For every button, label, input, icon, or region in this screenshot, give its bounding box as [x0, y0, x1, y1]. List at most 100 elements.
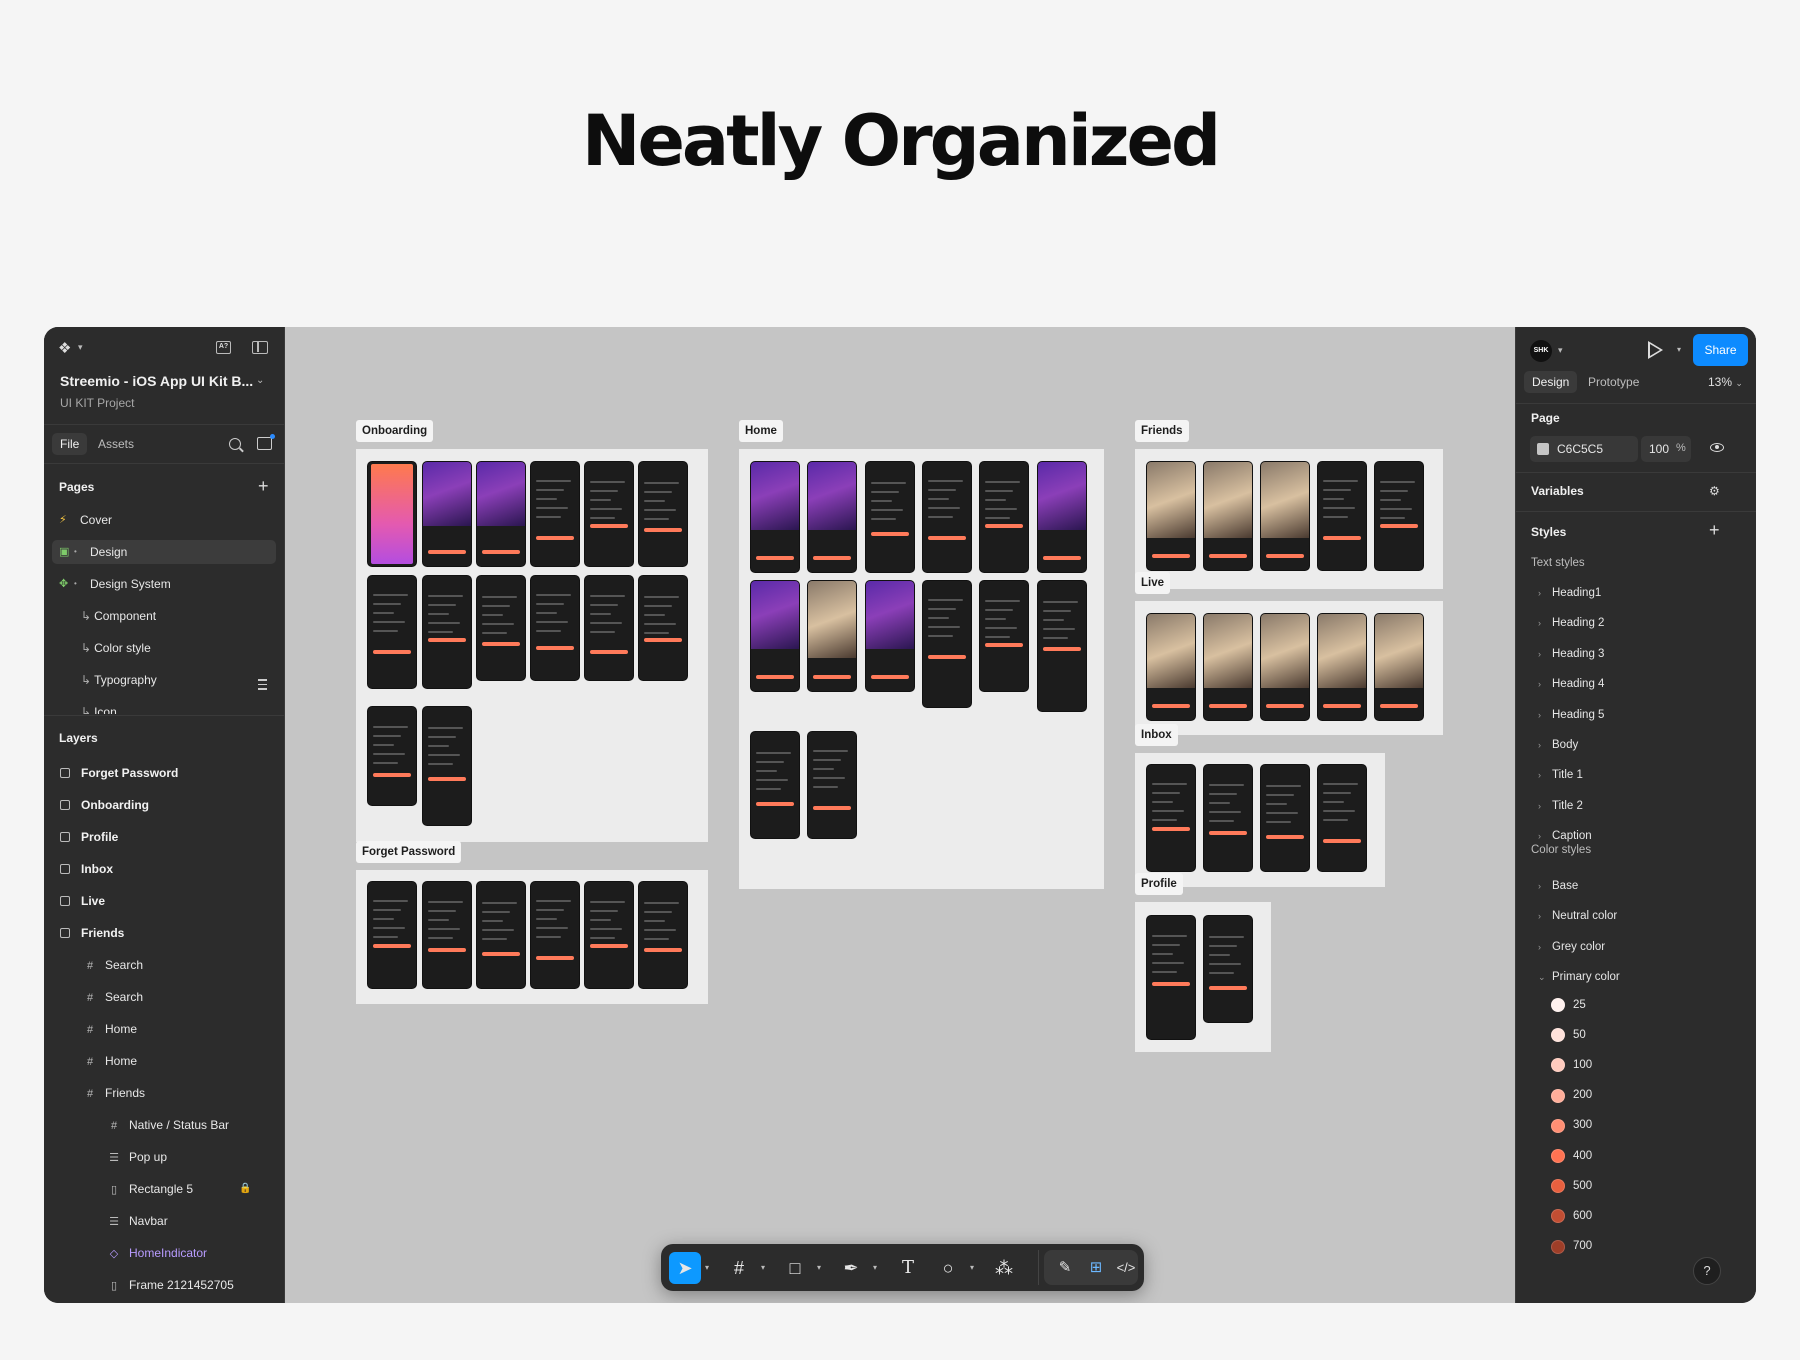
dev-mode-icon[interactable]: ⊞ — [1083, 1252, 1109, 1284]
screen-thumbnail[interactable] — [1203, 915, 1253, 1023]
layer-profile[interactable]: Profile — [60, 825, 118, 849]
screen-thumbnail[interactable] — [1374, 613, 1424, 721]
page-color-field[interactable]: C6C5C5 — [1530, 436, 1638, 462]
screen-thumbnail[interactable] — [1260, 764, 1310, 872]
screen-thumbnail[interactable] — [367, 706, 417, 806]
color-swatch[interactable] — [1551, 1179, 1565, 1194]
page-item-typography[interactable]: ↳ Typography — [52, 668, 276, 692]
color-swatch[interactable] — [1551, 1118, 1565, 1133]
chevron-down-icon[interactable]: ▾ — [1558, 345, 1563, 356]
text-style-item[interactable]: › Title 2 — [1538, 796, 1583, 816]
layer-home-indicator[interactable]: ◇ HomeIndicator — [108, 1241, 207, 1265]
text-style-item[interactable]: › Body — [1538, 735, 1578, 755]
screen-thumbnail[interactable] — [979, 580, 1029, 692]
screen-thumbnail[interactable] — [530, 575, 580, 681]
page-item-component[interactable]: ↳ Component — [52, 604, 276, 628]
text-style-item[interactable]: › Heading 3 — [1538, 644, 1604, 664]
chevron-down-icon[interactable]: ▾ — [761, 1252, 765, 1284]
screen-thumbnail[interactable] — [1374, 461, 1424, 571]
color-group-item[interactable]: › Neutral color — [1538, 906, 1617, 926]
layer-status-bar[interactable]: # Native / Status Bar — [108, 1113, 229, 1137]
screen-thumbnail[interactable] — [530, 881, 580, 989]
screen-thumbnail[interactable] — [1146, 461, 1196, 571]
present-play-icon[interactable] — [1648, 341, 1663, 359]
page-item-color-style[interactable]: ↳ Color style — [52, 636, 276, 660]
layer-pop-up[interactable]: ☰ Pop up — [108, 1145, 167, 1169]
tab-file[interactable]: File — [52, 433, 88, 455]
search-icon[interactable] — [229, 438, 241, 450]
screen-thumbnail[interactable] — [367, 881, 417, 989]
layer-frame[interactable]: ▯ Frame 2121452705 — [108, 1273, 234, 1297]
screen-thumbnail[interactable] — [584, 881, 634, 989]
color-label[interactable]: 500 — [1573, 1180, 1592, 1192]
lock-icon[interactable]: 🔒 — [239, 1183, 251, 1194]
layer-inbox[interactable]: Inbox — [60, 857, 113, 881]
shape-tool-icon[interactable]: □ — [781, 1252, 809, 1284]
color-swatch[interactable] — [1551, 1088, 1565, 1103]
text-style-item[interactable]: › Heading 2 — [1538, 613, 1604, 633]
zoom-level[interactable]: 13% ⌄ — [1708, 375, 1743, 389]
eye-icon[interactable] — [1710, 443, 1724, 452]
color-swatch[interactable] — [1551, 998, 1565, 1012]
screen-thumbnail[interactable] — [979, 461, 1029, 573]
layer-rectangle-5[interactable]: ▯ Rectangle 5 — [108, 1177, 193, 1201]
screen-thumbnail[interactable] — [1146, 764, 1196, 872]
layer-onboarding[interactable]: Onboarding — [60, 793, 149, 817]
page-item-design[interactable]: ▣ • Design — [52, 540, 276, 564]
color-swatch[interactable] — [1551, 1149, 1565, 1163]
screen-thumbnail[interactable] — [1146, 915, 1196, 1040]
layer-friends-frame[interactable]: # Friends — [84, 1081, 145, 1105]
screen-thumbnail[interactable] — [807, 731, 857, 839]
color-swatch[interactable] — [1551, 1028, 1565, 1043]
color-label[interactable]: 50 — [1573, 1029, 1586, 1041]
layer-home[interactable]: # Home — [84, 1049, 137, 1073]
pen-tool-icon[interactable]: ✒ — [837, 1252, 865, 1284]
frame-label-friends[interactable]: Friends — [1135, 420, 1189, 442]
frame-label-home[interactable]: Home — [739, 420, 783, 442]
screen-thumbnail[interactable] — [367, 575, 417, 689]
screen-thumbnail[interactable] — [750, 731, 800, 839]
layer-friends[interactable]: Friends — [60, 921, 124, 945]
draw-tool-icon[interactable]: ✎ — [1052, 1252, 1078, 1284]
tab-assets[interactable]: Assets — [98, 437, 134, 451]
screen-thumbnail[interactable] — [1037, 461, 1087, 573]
text-style-item[interactable]: › Heading1 — [1538, 583, 1601, 603]
screen-thumbnail[interactable] — [422, 461, 472, 567]
screen-thumbnail[interactable] — [638, 575, 688, 681]
help-button[interactable]: ? — [1693, 1257, 1721, 1285]
color-label[interactable]: 100 — [1573, 1059, 1592, 1071]
color-swatch[interactable] — [1537, 443, 1549, 455]
screen-thumbnail[interactable] — [476, 881, 526, 989]
layer-search[interactable]: # Search — [84, 953, 143, 977]
screen-thumbnail[interactable] — [476, 461, 526, 567]
screen-thumbnail[interactable] — [750, 461, 800, 573]
color-label[interactable]: 25 — [1573, 999, 1586, 1011]
add-style-icon[interactable]: + — [1709, 521, 1720, 539]
text-style-item[interactable]: › Heading 4 — [1538, 674, 1604, 694]
screen-thumbnail[interactable] — [1260, 613, 1310, 721]
project-title[interactable]: Streemio - iOS App UI Kit B... — [60, 373, 253, 389]
screen-thumbnail[interactable] — [1203, 461, 1253, 571]
screen-thumbnail[interactable] — [865, 580, 915, 692]
screen-thumbnail[interactable] — [638, 881, 688, 989]
layer-search[interactable]: # Search — [84, 985, 143, 1009]
frame-label-profile[interactable]: Profile — [1135, 873, 1183, 895]
chevron-down-icon[interactable]: ▾ — [705, 1252, 709, 1284]
screen-thumbnail[interactable] — [1203, 613, 1253, 721]
screen-thumbnail[interactable] — [807, 580, 857, 692]
color-group-item[interactable]: › Base — [1538, 876, 1578, 896]
comment-tool-icon[interactable]: ○ — [934, 1252, 962, 1284]
avatar[interactable]: SHK — [1530, 340, 1552, 362]
share-button[interactable]: Share — [1693, 334, 1748, 366]
color-label[interactable]: 200 — [1573, 1089, 1592, 1101]
panel-toggle-icon[interactable] — [252, 341, 268, 354]
color-swatch[interactable] — [1551, 1209, 1565, 1224]
frame-tool-icon[interactable]: # — [725, 1252, 753, 1284]
screen-thumbnail[interactable] — [476, 575, 526, 681]
frame-label-live[interactable]: Live — [1135, 572, 1171, 594]
layer-live[interactable]: Live — [60, 889, 105, 913]
code-icon[interactable]: </> — [1113, 1252, 1139, 1284]
screen-thumbnail[interactable] — [367, 461, 417, 567]
color-group-item[interactable]: › Grey color — [1538, 937, 1605, 957]
chevron-down-icon[interactable]: ▾ — [1677, 345, 1681, 354]
